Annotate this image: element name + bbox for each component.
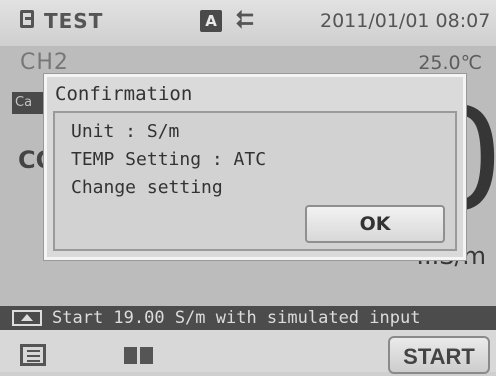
menu-list-icon[interactable] xyxy=(20,344,46,366)
document-icon xyxy=(20,10,34,28)
eject-icon[interactable] xyxy=(12,310,42,326)
confirmation-dialog: Confirmation Unit : S/m TEMP Setting : A… xyxy=(44,74,466,260)
meter-screen: TEST A ⮄ 2011/01/01 08:07 CH2 25.0℃ Ca C… xyxy=(0,0,496,374)
dialog-message-unit: Unit : S/m xyxy=(71,121,180,142)
datetime: 2011/01/01 08:07 xyxy=(320,10,491,32)
start-button[interactable]: START xyxy=(388,336,490,374)
ok-button[interactable]: OK xyxy=(305,205,445,243)
book-icon[interactable] xyxy=(124,347,154,364)
dialog-message-change-setting: Change setting xyxy=(71,177,223,198)
usb-icon: ⮄ xyxy=(236,8,254,33)
mode-label: TEST xyxy=(44,9,104,33)
status-bar: TEST A ⮄ 2011/01/01 08:07 xyxy=(0,0,496,46)
dialog-title: Confirmation xyxy=(55,83,193,105)
dialog-message-temp-setting: TEMP Setting : ATC xyxy=(71,149,267,170)
info-bar: Start 19.00 S/m with simulated input xyxy=(0,306,496,330)
dialog-body: Unit : S/m TEMP Setting : ATC Change set… xyxy=(53,111,457,251)
auto-badge: A xyxy=(200,10,222,32)
info-message: Start 19.00 S/m with simulated input xyxy=(52,308,421,328)
